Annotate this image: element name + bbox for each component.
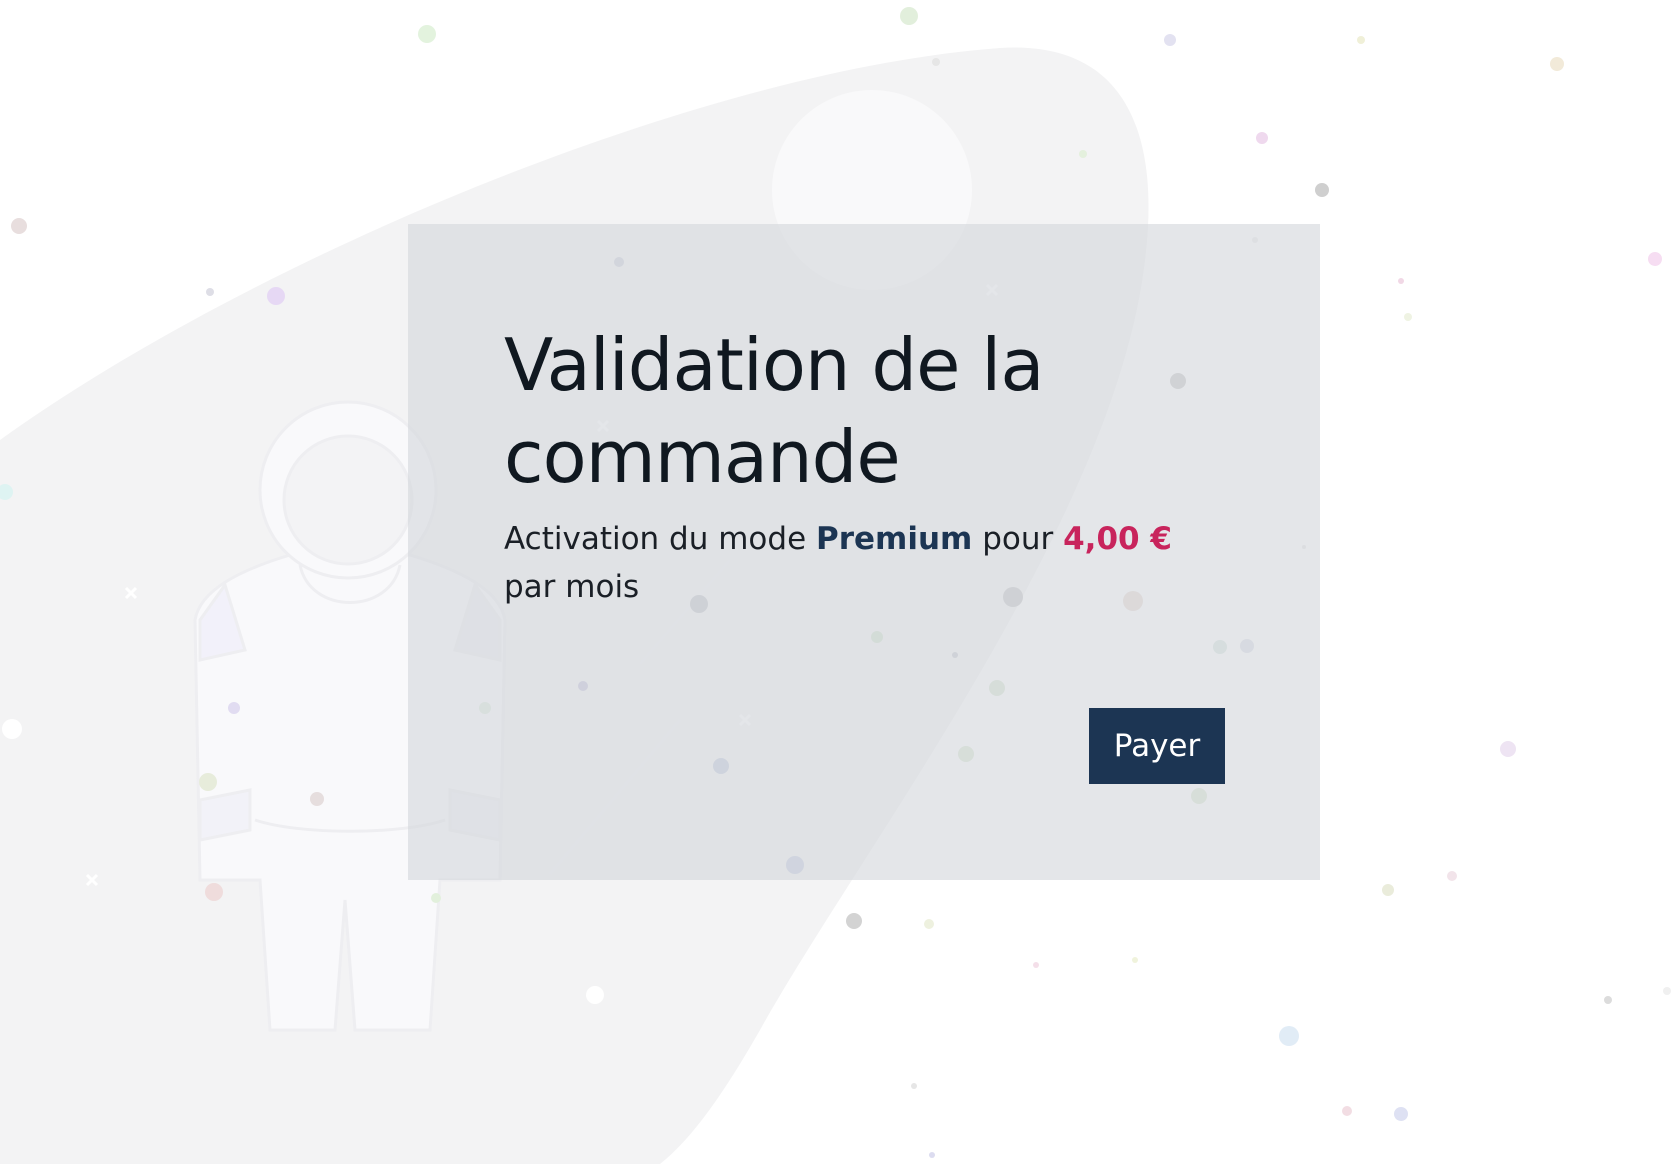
summary-suffix: par mois	[504, 569, 640, 605]
summary-prefix: Activation du mode	[504, 521, 816, 557]
plan-name: Premium	[816, 521, 973, 557]
page: Validation de la commande Activation du …	[0, 0, 1674, 1164]
pay-button[interactable]: Payer	[1089, 708, 1225, 784]
summary-middle: pour	[972, 521, 1064, 557]
page-title: Validation de la commande	[504, 323, 1044, 499]
subscription-summary: Activation du mode Premium pour 4,00 € p…	[504, 515, 1204, 611]
price-amount: 4,00 €	[1063, 521, 1172, 557]
order-validation-card: Validation de la commande Activation du …	[408, 224, 1320, 880]
